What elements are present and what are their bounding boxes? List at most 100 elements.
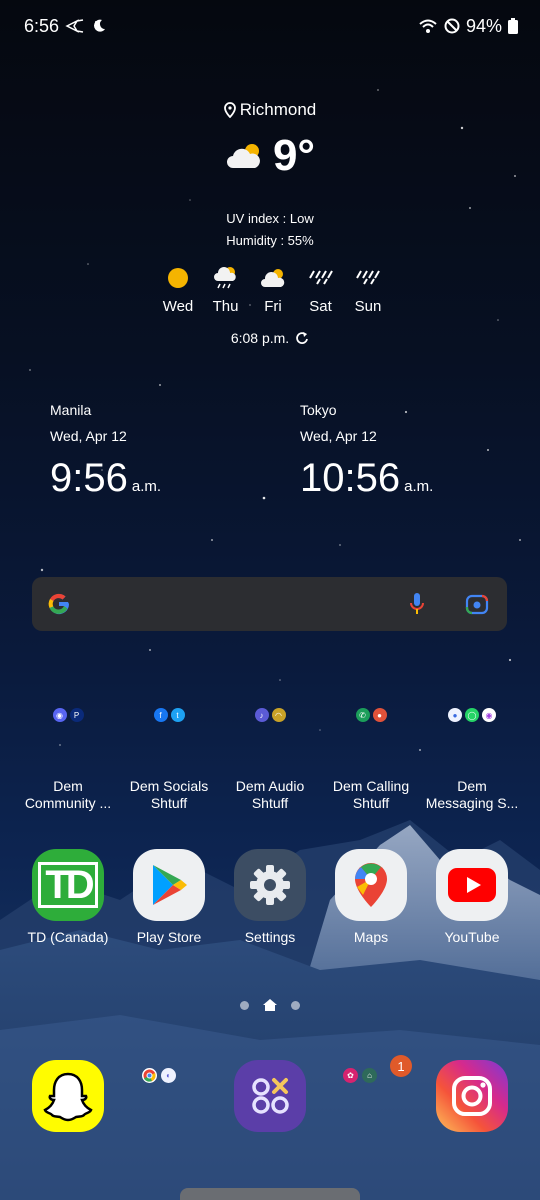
music-icon: ♪ <box>254 708 269 722</box>
facebook-icon: f <box>153 708 168 722</box>
app-snapchat[interactable] <box>32 1060 104 1132</box>
google-logo-icon <box>48 593 70 615</box>
do-not-disturb-icon <box>444 18 460 34</box>
forecast-day: Sat <box>301 262 341 315</box>
current-temperature: 9° <box>272 131 316 180</box>
maps-icon <box>335 849 407 921</box>
app-label: Settings <box>244 929 296 945</box>
microphone-icon[interactable] <box>409 592 425 616</box>
forecast-day: Thu <box>206 262 246 315</box>
battery-percent: 94% <box>465 15 502 36</box>
clock-time: 10:56 <box>300 456 401 500</box>
app-play-store[interactable]: Play Store <box>118 849 220 945</box>
app-maps[interactable]: Maps <box>320 849 422 945</box>
folder-name-line: Community ... <box>24 795 112 811</box>
forecast-day: Sun <box>348 262 388 315</box>
clock-time: 9:56 <box>50 456 128 500</box>
folder-name-line: Messaging S... <box>425 795 519 811</box>
cloud-sun-icon <box>261 269 285 287</box>
dock-folder-browsers[interactable]: ◐ <box>142 1068 176 1083</box>
folder-name-line: Dem <box>457 778 487 794</box>
sun-icon <box>168 268 188 288</box>
folder-dem-messaging[interactable]: ● ◯ ◉ Dem Messaging S... <box>421 700 523 812</box>
folder-name-line: Dem Audio <box>235 778 305 794</box>
bird-notification-icon <box>65 19 84 33</box>
folder-preview: ✆ ● <box>320 700 422 730</box>
world-clock-tokyo[interactable]: Tokyo Wed, Apr 12 10:56 a.m. <box>300 402 433 498</box>
app-label: Play Store <box>136 929 202 945</box>
page-dot[interactable] <box>291 1000 300 1010</box>
folder-dem-audio[interactable]: ♪ ◠ Dem Audio Shtuff <box>219 700 321 812</box>
location-pin-icon <box>223 102 236 118</box>
contacts-icon: ● <box>372 708 387 722</box>
app-settings[interactable]: Settings <box>219 849 321 945</box>
home-page-icon[interactable] <box>263 999 277 1011</box>
gear-icon <box>234 849 306 921</box>
battery-icon <box>508 18 518 34</box>
status-time: 6:56 <box>24 15 60 36</box>
folder-name-line: Shtuff <box>150 795 188 811</box>
page-indicator[interactable] <box>0 999 540 1011</box>
clock-ampm: a.m. <box>131 478 162 495</box>
folder-name-line: Dem Socials <box>129 778 209 794</box>
folder-name-line: Dem Calling <box>332 778 410 794</box>
weather-update[interactable]: 6:08 p.m. <box>0 330 540 346</box>
app-td-canada[interactable]: TD TD (Canada) <box>17 849 119 945</box>
updated-time: 6:08 p.m. <box>230 330 290 346</box>
folder-preview: ● ◯ ◉ <box>421 700 523 730</box>
samsung-internet-icon: ◐ <box>161 1068 176 1083</box>
app-youtube[interactable]: YouTube <box>421 849 523 945</box>
whatsapp-icon: ◯ <box>465 708 479 722</box>
gesture-navigation-handle[interactable] <box>180 1188 360 1200</box>
app-label: TD (Canada) <box>27 929 109 945</box>
discord-icon: ◉ <box>52 708 67 722</box>
folder-dem-calling[interactable]: ✆ ● Dem Calling Shtuff <box>320 700 422 812</box>
location-name: Richmond <box>239 100 317 119</box>
headphones-icon: ◠ <box>271 708 286 722</box>
playstation-icon: P <box>69 708 84 722</box>
folder-name-line: Dem <box>53 778 83 794</box>
folder-dem-socials[interactable]: f t Dem Socials Shtuff <box>118 700 220 812</box>
play-store-icon <box>133 849 205 921</box>
forecast-day: Wed <box>158 262 198 315</box>
folder-preview: ◉ P <box>17 700 119 730</box>
folder-name-line: Shtuff <box>352 795 390 811</box>
cloud-sun-icon <box>226 144 260 168</box>
forecast-day: Fri <box>253 262 293 315</box>
status-bar: 6:56 94% <box>24 12 518 40</box>
google-lens-icon[interactable] <box>465 593 489 615</box>
app-label: YouTube <box>444 929 500 945</box>
twitter-icon: t <box>170 708 185 722</box>
moon-icon <box>94 19 106 32</box>
weather-location: Richmond <box>0 100 540 120</box>
wifi-icon <box>419 19 437 33</box>
rain-cloud-sun-icon <box>213 267 236 289</box>
humidity: Humidity : 55% <box>226 233 314 248</box>
weather-widget[interactable]: Richmond 9° UV index : Low Humidity : 55… <box>0 100 540 252</box>
dock-folder-tools[interactable]: ✿ ⌂ <box>343 1068 377 1083</box>
clock-date: Wed, Apr 12 <box>300 428 377 444</box>
flower-app-icon: ✿ <box>343 1068 358 1083</box>
clock-city: Manila <box>50 402 92 418</box>
app-games[interactable] <box>234 1060 306 1132</box>
page-dot[interactable] <box>240 1000 249 1010</box>
clock-city: Tokyo <box>300 402 337 418</box>
forecast-day-label: Sun <box>354 298 382 315</box>
td-bank-icon: TD <box>32 849 104 921</box>
folder-dem-community[interactable]: ◉ P Dem Community ... <box>17 700 119 812</box>
rain-icon <box>308 270 333 285</box>
clock-ampm: a.m. <box>404 478 434 495</box>
instagram-icon <box>436 1060 508 1132</box>
forecast-day-label: Thu <box>212 298 239 315</box>
snapchat-icon <box>32 1060 104 1132</box>
rain-icon <box>356 270 380 285</box>
forecast-day-label: Sat <box>309 298 332 315</box>
notification-badge: 1 <box>390 1055 412 1077</box>
world-clock-manila[interactable]: Manila Wed, Apr 12 9:56 a.m. <box>50 402 161 498</box>
games-icon <box>234 1060 306 1132</box>
folder-preview: f t <box>118 700 220 730</box>
app-instagram[interactable] <box>436 1060 508 1132</box>
google-search-bar[interactable] <box>32 577 507 631</box>
refresh-icon[interactable] <box>295 331 309 345</box>
app-label: Maps <box>353 929 389 945</box>
